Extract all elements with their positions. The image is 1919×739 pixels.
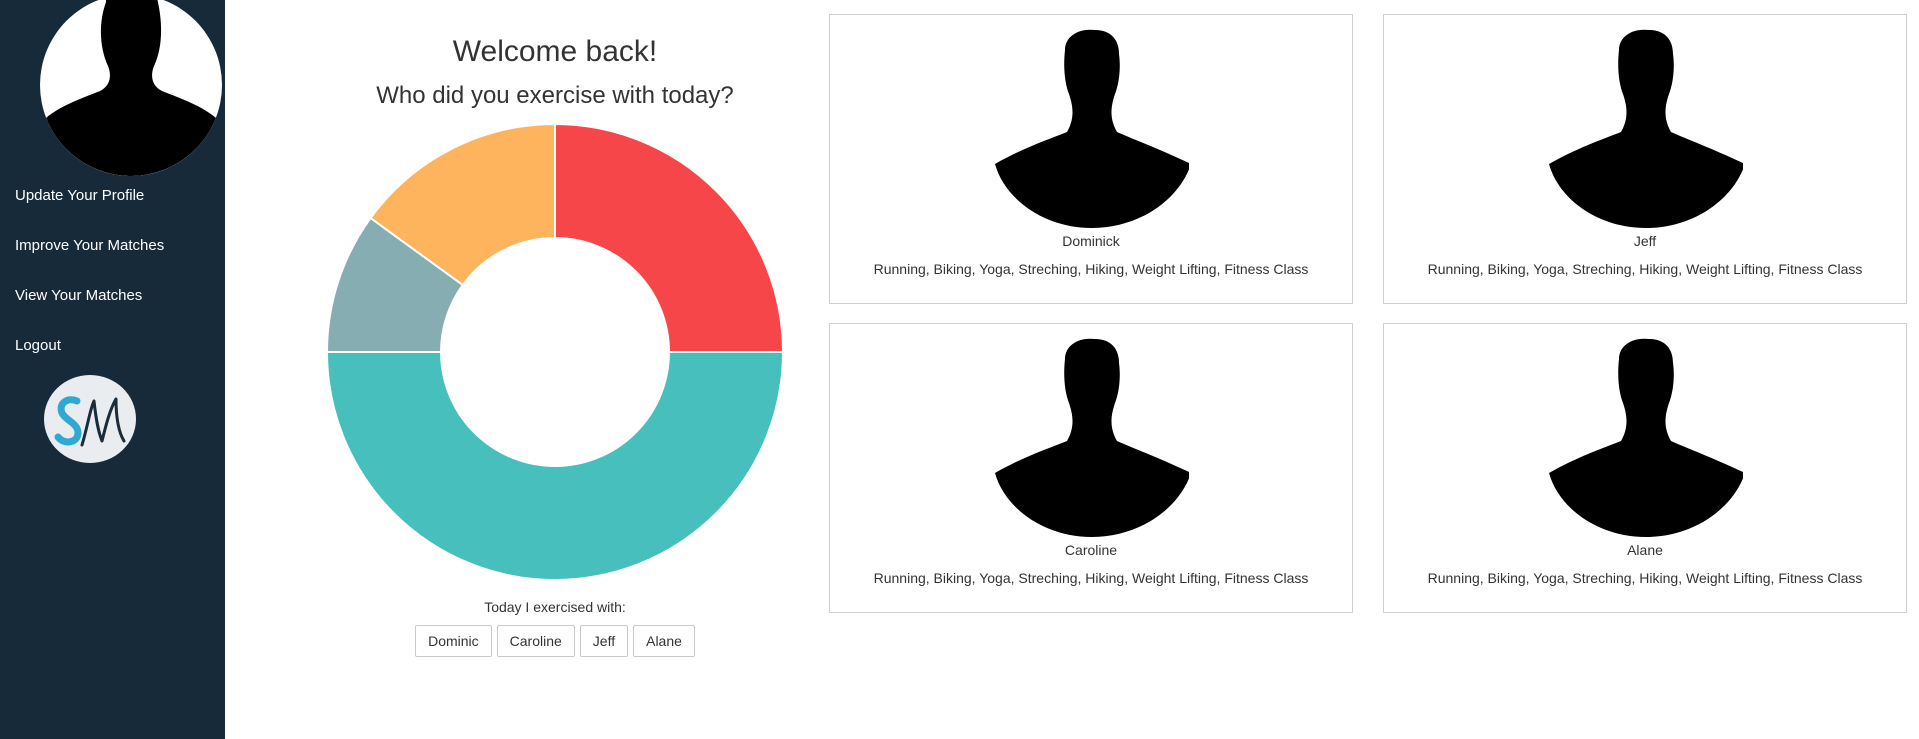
sidebar: Update Your Profile Improve Your Matches… — [0, 0, 225, 739]
partner-button-row: Dominic Caroline Jeff Alane — [265, 625, 845, 657]
nav-improve-matches[interactable]: Improve Your Matches — [15, 233, 164, 283]
match-name: Dominick — [1062, 233, 1120, 249]
welcome-header: Welcome back! Who did you exercise with … — [265, 30, 845, 116]
user-silhouette-icon — [1549, 29, 1743, 228]
match-avatar — [995, 28, 1189, 228]
user-avatar[interactable] — [40, 0, 222, 176]
exercise-donut-chart — [325, 122, 785, 581]
sidebar-nav: Update Your Profile Improve Your Matches… — [15, 183, 164, 383]
match-activities: Running, Biking, Yoga, Streching, Hiking… — [1427, 570, 1863, 586]
sm-logo-icon — [54, 396, 126, 447]
match-activities: Running, Biking, Yoga, Streching, Hiking… — [873, 261, 1309, 277]
match-avatar — [1549, 28, 1743, 228]
match-name: Alane — [1627, 542, 1663, 558]
match-name: Jeff — [1633, 233, 1657, 249]
page-subtitle: Who did you exercise with today? — [376, 82, 734, 109]
match-activities: Running, Biking, Yoga, Streching, Hiking… — [1427, 261, 1863, 277]
user-silhouette-icon — [1549, 338, 1743, 537]
user-silhouette-icon — [46, 0, 216, 176]
match-card[interactable]: Caroline Running, Biking, Yoga, Strechin… — [829, 323, 1353, 613]
sm-logo — [44, 375, 136, 463]
match-avatar — [1549, 337, 1743, 537]
user-silhouette-icon — [995, 338, 1189, 537]
match-activities: Running, Biking, Yoga, Streching, Hiking… — [873, 570, 1309, 586]
page-title: Welcome back! — [452, 35, 658, 68]
exercised-with-label: Today I exercised with: — [484, 599, 626, 615]
nav-update-profile[interactable]: Update Your Profile — [15, 183, 164, 233]
partner-button-dominic[interactable]: Dominic — [415, 625, 492, 657]
partner-button-alane[interactable]: Alane — [633, 625, 695, 657]
donut-slice-1[interactable] — [325, 351, 785, 581]
match-card[interactable]: Dominick Running, Biking, Yoga, Strechin… — [829, 14, 1353, 304]
exercised-with-section: Today I exercised with: Dominic Caroline… — [265, 597, 845, 657]
user-silhouette-icon — [995, 29, 1189, 228]
partner-button-caroline[interactable]: Caroline — [496, 625, 575, 657]
match-name: Caroline — [1064, 542, 1118, 558]
match-card[interactable]: Alane Running, Biking, Yoga, Streching, … — [1383, 323, 1907, 613]
partner-button-jeff[interactable]: Jeff — [579, 625, 629, 657]
match-card[interactable]: Jeff Running, Biking, Yoga, Streching, H… — [1383, 14, 1907, 304]
donut-slice-0[interactable] — [554, 122, 785, 353]
match-avatar — [995, 337, 1189, 537]
nav-view-matches[interactable]: View Your Matches — [15, 283, 164, 333]
